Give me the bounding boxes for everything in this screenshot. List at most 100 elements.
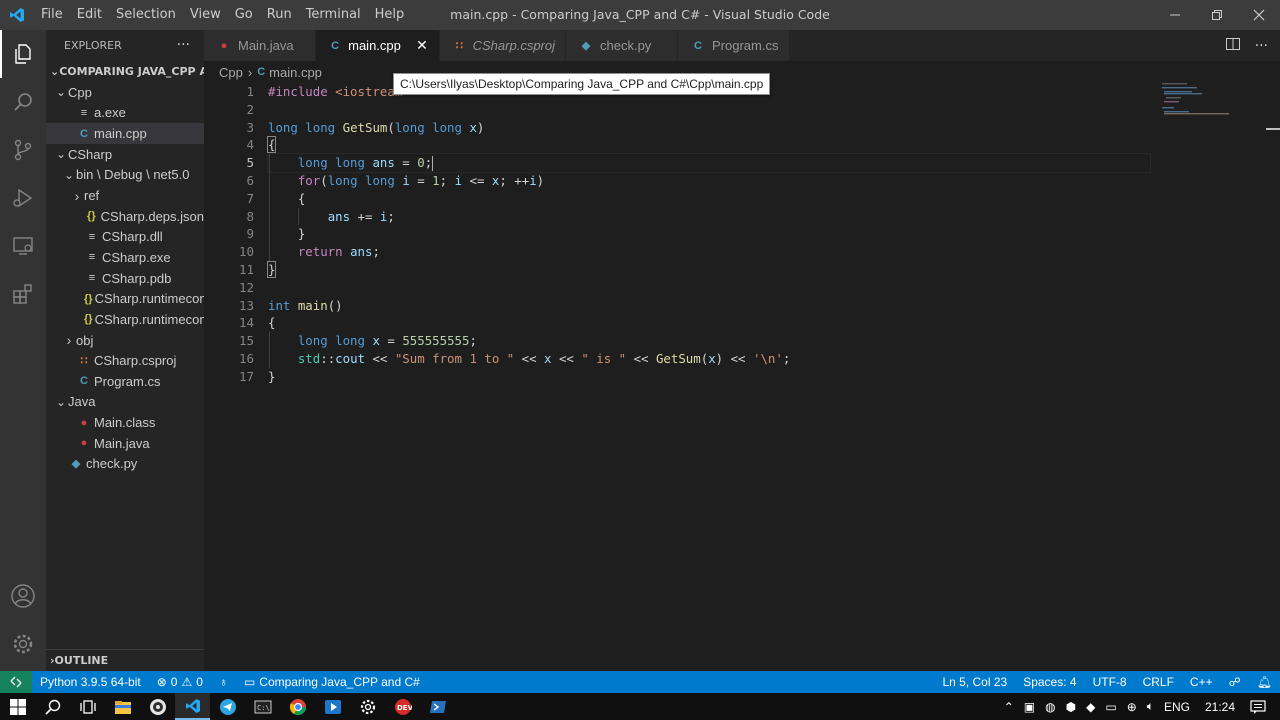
file-explorer-taskbar-icon[interactable]: [105, 693, 140, 720]
explorer-icon[interactable]: [0, 30, 46, 78]
search-icon[interactable]: [0, 78, 46, 126]
accounts-icon[interactable]: [0, 572, 46, 620]
menu-help[interactable]: Help: [368, 0, 412, 30]
code-line[interactable]: std::cout << "Sum from 1 to " << x << " …: [268, 350, 1150, 368]
code-line[interactable]: return ans;: [268, 243, 1150, 261]
menu-file[interactable]: File: [34, 0, 70, 30]
breadcrumb-file[interactable]: main.cpp: [269, 65, 322, 80]
workspace-section[interactable]: ⌄ COMPARING JAVA_CPP A...: [46, 60, 204, 82]
feedback-icon[interactable]: ☍: [1221, 675, 1249, 689]
tray-globe-icon[interactable]: ⊕: [1127, 700, 1137, 714]
tab-csharp-csproj[interactable]: ∷ CSharp.csproj: [440, 30, 566, 61]
settings-gear-icon[interactable]: [0, 620, 46, 668]
tree-file[interactable]: {} CSharp.deps.json: [46, 206, 204, 227]
code-line[interactable]: long long ans = 0;: [267, 153, 1151, 173]
tab-main-cpp[interactable]: Cmain.cpp ✕: [316, 30, 440, 61]
tree-file[interactable]: Cmain.cpp: [46, 123, 204, 144]
code-line[interactable]: {: [268, 190, 1150, 208]
tree-folder[interactable]: › obj: [46, 330, 204, 351]
code-line[interactable]: }: [268, 225, 1150, 243]
code-line[interactable]: }: [268, 368, 1150, 386]
encoding[interactable]: UTF-8: [1085, 675, 1135, 689]
code-line[interactable]: long long x = 555555555;: [268, 332, 1150, 350]
task-view-icon[interactable]: [70, 693, 105, 720]
tree-folder[interactable]: ⌄ Java: [46, 392, 204, 413]
tree-file[interactable]: C Program.cs: [46, 371, 204, 392]
menu-selection[interactable]: Selection: [109, 0, 183, 30]
chrome-taskbar-icon[interactable]: [280, 693, 315, 720]
minimap[interactable]: [1160, 83, 1280, 671]
line-ending[interactable]: CRLF: [1135, 675, 1182, 689]
tray-vpn-icon[interactable]: ⬢: [1066, 700, 1076, 714]
menu-edit[interactable]: Edit: [70, 0, 109, 30]
live-share-icon[interactable]: ♁: [211, 675, 236, 689]
language-indicator[interactable]: ENG: [1164, 700, 1190, 714]
code-line[interactable]: {: [266, 136, 1150, 154]
tree-folder[interactable]: › ref: [46, 185, 204, 206]
tree-file[interactable]: ● Main.class: [46, 412, 204, 433]
tree-folder[interactable]: ⌄ CSharp: [46, 144, 204, 165]
problems-indicator[interactable]: ⊗ 0 ⚠ 0: [149, 675, 211, 689]
minimize-button[interactable]: [1154, 0, 1196, 30]
source-control-icon[interactable]: [0, 126, 46, 174]
code-line[interactable]: [268, 101, 1150, 119]
notifications-bell-icon[interactable]: 🔔︎: [1249, 675, 1280, 689]
telegram-taskbar-icon[interactable]: [210, 693, 245, 720]
remote-explorer-icon[interactable]: [0, 222, 46, 270]
tree-file[interactable]: ≡ CSharp.dll: [46, 226, 204, 247]
menu-view[interactable]: View: [183, 0, 228, 30]
action-center-icon[interactable]: [1250, 699, 1266, 714]
powershell-taskbar-icon[interactable]: [420, 693, 455, 720]
tray-app-icon[interactable]: ▣: [1024, 700, 1035, 714]
code-line[interactable]: for(long long i = 1; i <= x; ++i): [268, 172, 1150, 190]
tree-file[interactable]: ∷ CSharp.csproj: [46, 350, 204, 371]
code-line[interactable]: int main(): [268, 297, 1150, 315]
code-line[interactable]: {: [268, 314, 1150, 332]
tree-file[interactable]: ≡ CSharp.exe: [46, 247, 204, 268]
language-mode[interactable]: C++: [1182, 675, 1221, 689]
obs-taskbar-icon[interactable]: [140, 693, 175, 720]
tab-check-py[interactable]: ◆ check.py: [566, 30, 678, 61]
more-actions-icon[interactable]: ···: [177, 37, 190, 53]
tab-program-cs[interactable]: C Program.cs: [678, 30, 790, 61]
tray-chevron-up-icon[interactable]: ⌃: [1004, 700, 1014, 714]
code-area[interactable]: #include <iostream> long long GetSum(long…: [266, 83, 1151, 386]
tree-file[interactable]: ≡ a.exe: [46, 103, 204, 124]
code-line[interactable]: [268, 279, 1150, 297]
menu-run[interactable]: Run: [260, 0, 299, 30]
devc-taskbar-icon[interactable]: DEV: [385, 693, 420, 720]
code-editor[interactable]: 1 2 3 4 5 6 7 8 9 10 11 12 13 14 15 16 17 #include <iost…: [204, 83, 1280, 671]
code-line[interactable]: long long GetSum(long long x): [268, 119, 1150, 137]
workspace-folder[interactable]: ▭ Comparing Java_CPP and C#: [236, 675, 428, 689]
tray-battery-icon[interactable]: ▭: [1105, 700, 1116, 714]
menu-terminal[interactable]: Terminal: [299, 0, 368, 30]
tray-defender-icon[interactable]: ◆: [1086, 700, 1095, 714]
tree-file[interactable]: ◆ check.py: [46, 454, 204, 475]
restore-button[interactable]: [1196, 0, 1238, 30]
python-interpreter[interactable]: Python 3.9.5 64-bit: [32, 675, 149, 689]
vscode-taskbar-icon[interactable]: [175, 693, 210, 720]
breadcrumb-folder[interactable]: Cpp: [219, 65, 243, 80]
tray-volume-icon[interactable]: 🔈︎: [1147, 699, 1154, 714]
media-player-taskbar-icon[interactable]: [315, 693, 350, 720]
close-tab-icon[interactable]: ✕: [415, 37, 429, 54]
tree-file[interactable]: ● Main.java: [46, 433, 204, 454]
settings-taskbar-icon[interactable]: [350, 693, 385, 720]
clock[interactable]: 21:24: [1205, 700, 1235, 714]
extensions-icon[interactable]: [0, 270, 46, 318]
windows-start-icon[interactable]: [0, 693, 35, 720]
tab-main-java[interactable]: ● Main.java: [204, 30, 316, 61]
menu-go[interactable]: Go: [228, 0, 260, 30]
taskbar-search-icon[interactable]: [35, 693, 70, 720]
cursor-position[interactable]: Ln 5, Col 23: [934, 675, 1015, 689]
code-line[interactable]: ans += i;: [268, 208, 1150, 226]
split-editor-icon[interactable]: [1225, 36, 1241, 56]
tree-file[interactable]: {}CSharp.runtimecon...: [46, 309, 204, 330]
run-debug-icon[interactable]: [0, 174, 46, 222]
terminal-taskbar-icon[interactable]: C:\: [245, 693, 280, 720]
more-actions-icon[interactable]: ···: [1255, 38, 1268, 54]
tree-file[interactable]: ≡ CSharp.pdb: [46, 268, 204, 289]
tray-network-globe-icon[interactable]: ◍: [1045, 700, 1055, 714]
tree-file[interactable]: {}CSharp.runtimecon...: [46, 288, 204, 309]
remote-indicator-icon[interactable]: [0, 671, 32, 693]
